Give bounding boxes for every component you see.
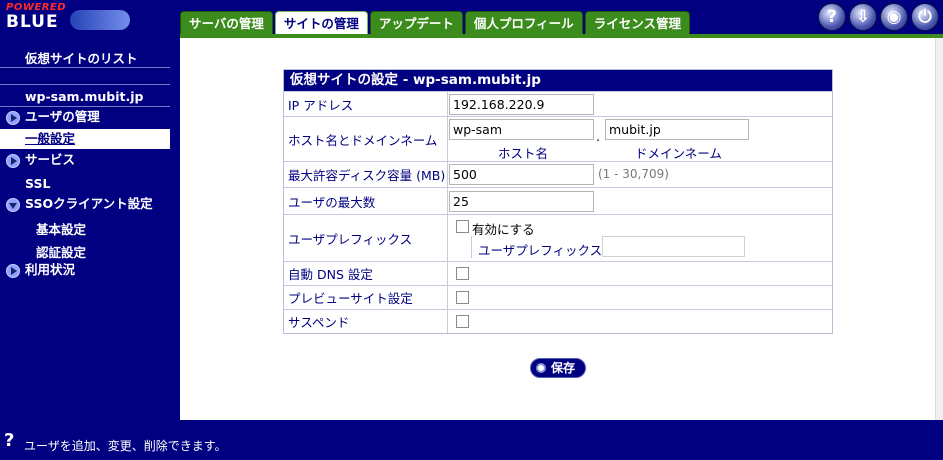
sidebar-divider <box>0 106 170 107</box>
save-button-label: 保存 <box>551 361 576 375</box>
domain-caption: ドメインネーム <box>635 146 722 161</box>
hostname-input[interactable]: wp-sam <box>449 119 594 140</box>
row-auto-dns: 自動 DNS 設定 <box>284 261 832 285</box>
save-button[interactable]: 保存 <box>530 358 586 378</box>
help-icon[interactable]: ? <box>818 3 846 31</box>
tab-license-management[interactable]: ライセンス管理 <box>584 11 690 34</box>
status-message: ユーザを追加、変更、削除できます。 <box>24 439 227 453</box>
sidebar-item-site-list[interactable]: 仮想サイトのリスト <box>0 48 170 67</box>
preview-site-checkbox[interactable] <box>456 291 469 304</box>
help-question-icon: ? <box>4 430 15 451</box>
sidebar-item-user-management[interactable]: ユーザの管理 <box>0 108 170 128</box>
collapse-arrow-icon <box>6 197 20 212</box>
sidebar-item-sso-client[interactable]: SSOクライアント設定 <box>0 195 170 215</box>
domain-input[interactable]: mubit.jp <box>605 119 749 140</box>
sidebar-divider <box>0 84 170 85</box>
row-disk-quota: 最大許容ディスク容量 (MB) 500 (1 - 30,709) <box>284 161 832 187</box>
status-bar: ? ユーザを追加、変更、削除できます。 <box>0 420 943 460</box>
top-icons: ? ⇩ ◉ ⏻ <box>818 3 939 31</box>
ip-address-label: IP アドレス <box>284 92 448 116</box>
tab-site-management[interactable]: サイトの管理 <box>274 11 368 35</box>
logo-blue-text: BLUE <box>6 12 59 32</box>
user-prefix-input[interactable] <box>602 236 745 257</box>
main-content: 仮想サイトの設定 - wp-sam.mubit.jp IP アドレス 192.1… <box>180 38 943 420</box>
disk-quota-input[interactable]: 500 <box>449 164 594 185</box>
suspend-label: サスペンド <box>284 310 448 333</box>
sidebar-item-basic-settings[interactable]: 基本設定 <box>0 219 170 238</box>
sidebar-divider <box>0 67 170 68</box>
sidebar-item-services[interactable]: サービス <box>0 151 170 171</box>
virtual-site-settings-form: 仮想サイトの設定 - wp-sam.mubit.jp IP アドレス 192.1… <box>283 69 833 334</box>
row-ip-address: IP アドレス 192.168.220.9 <box>284 91 832 116</box>
auto-dns-checkbox[interactable] <box>456 267 469 280</box>
prefix-field-label: ユーザプレフィックス <box>478 243 603 258</box>
auto-dns-label: 自動 DNS 設定 <box>284 262 448 285</box>
row-host-domain: ホスト名とドメインネーム wp-sam . mubit.jp ホスト名 ドメイン… <box>284 116 832 161</box>
ip-address-input[interactable]: 192.168.220.9 <box>449 94 594 115</box>
row-max-users: ユーザの最大数 25 <box>284 187 832 214</box>
sidebar-item-label: サービス <box>25 152 76 167</box>
sidebar: 仮想サイトのリスト wp-sam.mubit.jp ユーザの管理 一般設定 サー… <box>0 38 180 420</box>
save-bullet-icon <box>536 363 546 373</box>
row-preview-site: プレビューサイト設定 <box>284 285 832 309</box>
suspend-checkbox[interactable] <box>456 315 469 328</box>
sidebar-item-ssl[interactable]: SSL <box>0 176 170 191</box>
prefix-subfield-divider <box>471 236 472 258</box>
max-users-input[interactable]: 25 <box>449 191 594 212</box>
tab-personal-profile[interactable]: 個人プロフィール <box>464 11 583 34</box>
host-domain-dot: . <box>596 129 600 144</box>
sidebar-item-label: ユーザの管理 <box>25 109 100 124</box>
preview-site-label: プレビューサイト設定 <box>284 286 448 309</box>
expand-arrow-icon <box>6 110 20 125</box>
sidebar-item-site-name[interactable]: wp-sam.mubit.jp <box>0 89 170 104</box>
main-tabs: サーバの管理 サイトの管理 アップデート 個人プロフィール ライセンス管理 <box>180 11 690 35</box>
tab-server-management[interactable]: サーバの管理 <box>180 11 273 34</box>
logo-swoosh-icon <box>70 10 130 30</box>
expand-arrow-icon <box>6 153 20 168</box>
hostname-caption: ホスト名 <box>498 146 549 161</box>
expand-arrow-icon <box>6 263 20 278</box>
sidebar-item-auth-settings[interactable]: 認証設定 <box>0 242 170 261</box>
tab-update[interactable]: アップデート <box>369 11 463 34</box>
sidebar-item-general-settings[interactable]: 一般設定 <box>0 129 170 149</box>
eye-icon[interactable]: ◉ <box>880 3 908 31</box>
user-prefix-label: ユーザプレフィックス <box>284 215 448 261</box>
disk-quota-label: 最大許容ディスク容量 (MB) <box>284 162 448 187</box>
sidebar-item-label: 利用状況 <box>25 262 76 277</box>
max-users-label: ユーザの最大数 <box>284 188 448 214</box>
top-bar: POWERED BLUE サーバの管理 サイトの管理 アップデート 個人プロフィ… <box>0 0 943 35</box>
disk-quota-range-hint: (1 - 30,709) <box>598 167 669 181</box>
sidebar-item-usage[interactable]: 利用状況 <box>0 261 170 281</box>
vertical-scrollbar[interactable] <box>935 38 943 420</box>
prefix-enable-checkbox[interactable] <box>456 220 469 233</box>
logout-icon[interactable]: ⏻ <box>911 3 939 31</box>
form-title: 仮想サイトの設定 - wp-sam.mubit.jp <box>284 70 832 91</box>
host-domain-label: ホスト名とドメインネーム <box>284 117 448 161</box>
prefix-enable-label: 有効にする <box>472 222 535 237</box>
powered-blue-logo: POWERED BLUE <box>4 2 134 32</box>
sidebar-item-label: SSOクライアント設定 <box>25 196 153 211</box>
row-user-prefix: ユーザプレフィックス 有効にする ユーザプレフィックス <box>284 214 832 261</box>
update-icon[interactable]: ⇩ <box>849 3 877 31</box>
row-suspend: サスペンド <box>284 309 832 333</box>
